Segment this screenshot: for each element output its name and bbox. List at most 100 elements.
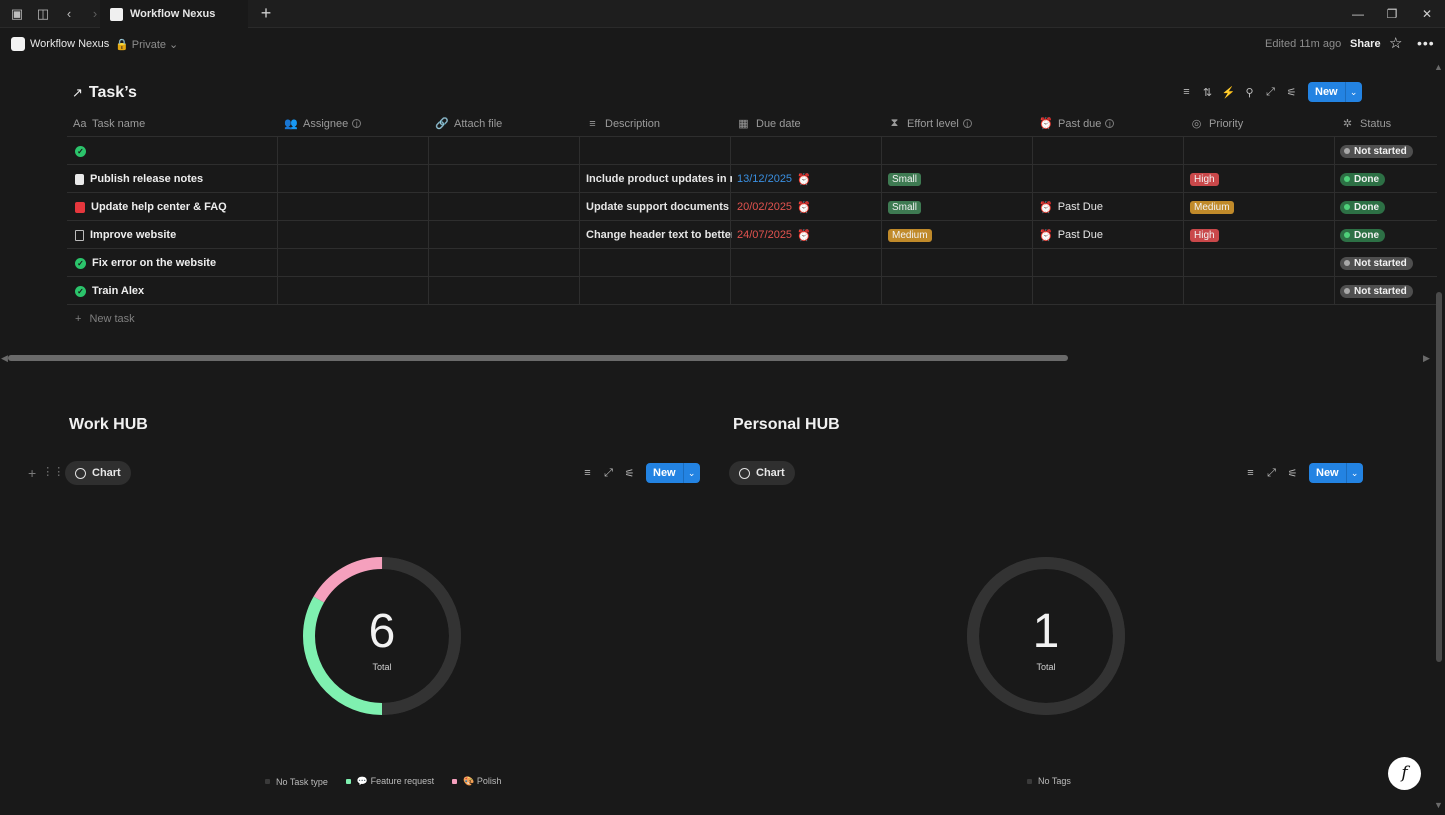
privacy-toggle[interactable]: 🔒 Private ⌄ [115,38,178,51]
scroll-down-icon[interactable]: ▼ [1434,800,1443,810]
column-header-description[interactable]: ≡ Description [580,110,660,137]
search-icon[interactable]: ⚲ [1239,82,1260,102]
legend-item[interactable]: No Tags [1027,776,1071,786]
filter-icon[interactable]: ≡ [1240,463,1261,483]
back-icon[interactable]: ‹ [58,3,80,25]
settings-sliders-icon[interactable]: ⚟ [619,463,640,483]
work-chart-tab[interactable]: Chart [65,461,131,485]
drag-handle-icon[interactable]: ⋮⋮ [42,465,64,481]
legend-item[interactable]: 💬 Feature request [345,776,434,787]
scroll-left-icon[interactable]: ◀ [1,353,8,364]
expand-icon[interactable]: ⤢ [1260,82,1281,102]
column-header-status[interactable]: ✲ Status [1335,110,1391,137]
due-date-cell[interactable]: 24/07/2025 ⏰ [737,221,811,249]
status-cell[interactable]: Done [1340,221,1385,249]
effort-cell[interactable]: Small [888,193,922,221]
table-row[interactable]: Update help center & FAQ Update support … [67,193,1437,221]
column-header-due-date[interactable]: ▦ Due date [731,110,800,137]
description-cell[interactable]: Include product updates in next [586,165,732,193]
share-button[interactable]: Share [1350,38,1381,50]
legend-swatch [452,779,458,784]
vertical-scrollbar[interactable] [1436,292,1442,662]
task-name-cell[interactable]: Publish release notes [75,165,203,193]
column-header-past-due[interactable]: ⏰ Past due i [1033,110,1115,137]
sidebar-toggle-icon[interactable]: ◫ [32,3,54,25]
filter-icon[interactable]: ≡ [1176,82,1197,102]
table-row[interactable]: ✓ Train Alex Not started [67,277,1437,305]
automation-bolt-icon[interactable]: ⚡ [1218,82,1239,102]
description-cell[interactable]: Change header text to better reflect [586,221,732,249]
expand-icon[interactable]: ⤢ [1261,463,1282,483]
status-cell[interactable]: Not started [1340,137,1413,165]
status-cell[interactable]: Done [1340,165,1385,193]
task-name-cell[interactable]: ✓ Fix error on the website [75,249,216,277]
column-header-attach-file[interactable]: 🔗 Attach file [429,110,502,137]
legend-item[interactable]: 🎨 Polish [452,776,501,787]
new-button-label[interactable]: New [1309,463,1346,483]
chart-tab-label: Chart [92,467,121,479]
task-name-cell[interactable]: ✓ [75,137,92,165]
table-row[interactable]: Improve website Change header text to be… [67,221,1437,249]
horizontal-scrollbar[interactable] [8,355,1068,361]
chevron-down-icon[interactable]: ⌄ [682,463,700,483]
column-header-task-name[interactable]: Aa Task name [67,110,145,137]
status-badge: Done [1340,172,1385,186]
chevron-down-icon[interactable]: ⌄ [1345,463,1363,483]
filter-icon[interactable]: ≡ [577,463,598,483]
new-task-button[interactable]: New ⌄ [1308,82,1362,102]
status-cell[interactable]: Done [1340,193,1385,221]
notion-ai-help-button[interactable]: 𝑓 [1388,757,1421,790]
restore-button[interactable]: ❐ [1375,0,1409,28]
new-tab-button[interactable]: + [256,3,276,23]
settings-sliders-icon[interactable]: ⚟ [1281,82,1302,102]
table-row[interactable]: ✓ Fix error on the website Not started [67,249,1437,277]
status-cell[interactable]: Not started [1340,249,1413,277]
settings-sliders-icon[interactable]: ⚟ [1282,463,1303,483]
priority-cell[interactable]: Medium [1190,193,1234,221]
priority-cell[interactable]: High [1190,221,1219,249]
due-date-cell[interactable]: 13/12/2025 ⏰ [737,165,811,193]
status-label: Not started [1354,285,1407,297]
scroll-up-icon[interactable]: ▲ [1434,62,1443,72]
task-name-cell[interactable]: ✓ Train Alex [75,277,144,305]
due-date-cell[interactable]: 20/02/2025 ⏰ [737,193,811,221]
new-button-label[interactable]: New [1308,82,1345,102]
column-header-assignee[interactable]: 👥 Assignee i [278,110,362,137]
work-new-button[interactable]: New ⌄ [646,463,700,483]
sort-icon[interactable]: ⇅ [1197,82,1218,102]
minimize-button[interactable]: — [1341,0,1375,28]
chevron-down-icon[interactable]: ⌄ [1344,82,1362,102]
description-cell[interactable]: Update support documents to reflect [586,193,732,221]
task-name-cell[interactable]: Update help center & FAQ [75,193,227,221]
column-header-priority[interactable]: ◎ Priority [1184,110,1244,137]
personal-chart-tab[interactable]: Chart [729,461,795,485]
favorite-star-icon[interactable]: ☆ [1389,34,1402,52]
tasks-database-title[interactable]: ↗ Task’s [72,84,137,102]
active-tab[interactable]: Workflow Nexus [100,0,248,28]
close-window-button[interactable]: ✕ [1410,0,1444,28]
effort-cell[interactable]: Medium [888,221,932,249]
personal-new-button[interactable]: New ⌄ [1309,463,1363,483]
priority-badge: High [1190,172,1219,186]
add-block-icon[interactable]: + [28,465,36,481]
new-button-label[interactable]: New [646,463,683,483]
effort-cell[interactable]: Small [888,165,922,193]
expand-icon[interactable]: ⤢ [598,463,619,483]
more-options-icon[interactable]: ••• [1417,35,1435,51]
new-task-row[interactable]: + New task [75,313,135,325]
work-chart-legend: No Task type 💬 Feature request 🎨 Polish [265,776,501,787]
scroll-right-icon[interactable]: ▶ [1423,353,1430,364]
past-due-cell[interactable]: ⏰ Past Due [1039,221,1103,249]
breadcrumb-page[interactable]: Workflow Nexus [30,38,109,50]
block-handle[interactable]: + ⋮⋮ [28,465,64,481]
legend-item[interactable]: No Task type [265,776,328,787]
new-task-label: New task [89,313,135,325]
table-row[interactable]: ✓ Not started [67,137,1437,165]
task-name-cell[interactable]: Improve website [75,221,176,249]
past-due-cell[interactable]: ⏰ Past Due [1039,193,1103,221]
column-header-effort-level[interactable]: ⧗ Effort level i [882,110,972,137]
status-cell[interactable]: Not started [1340,277,1413,305]
table-row[interactable]: Publish release notes Include product up… [67,165,1437,193]
notion-logo-icon[interactable]: ▣ [6,3,28,25]
priority-cell[interactable]: High [1190,165,1219,193]
